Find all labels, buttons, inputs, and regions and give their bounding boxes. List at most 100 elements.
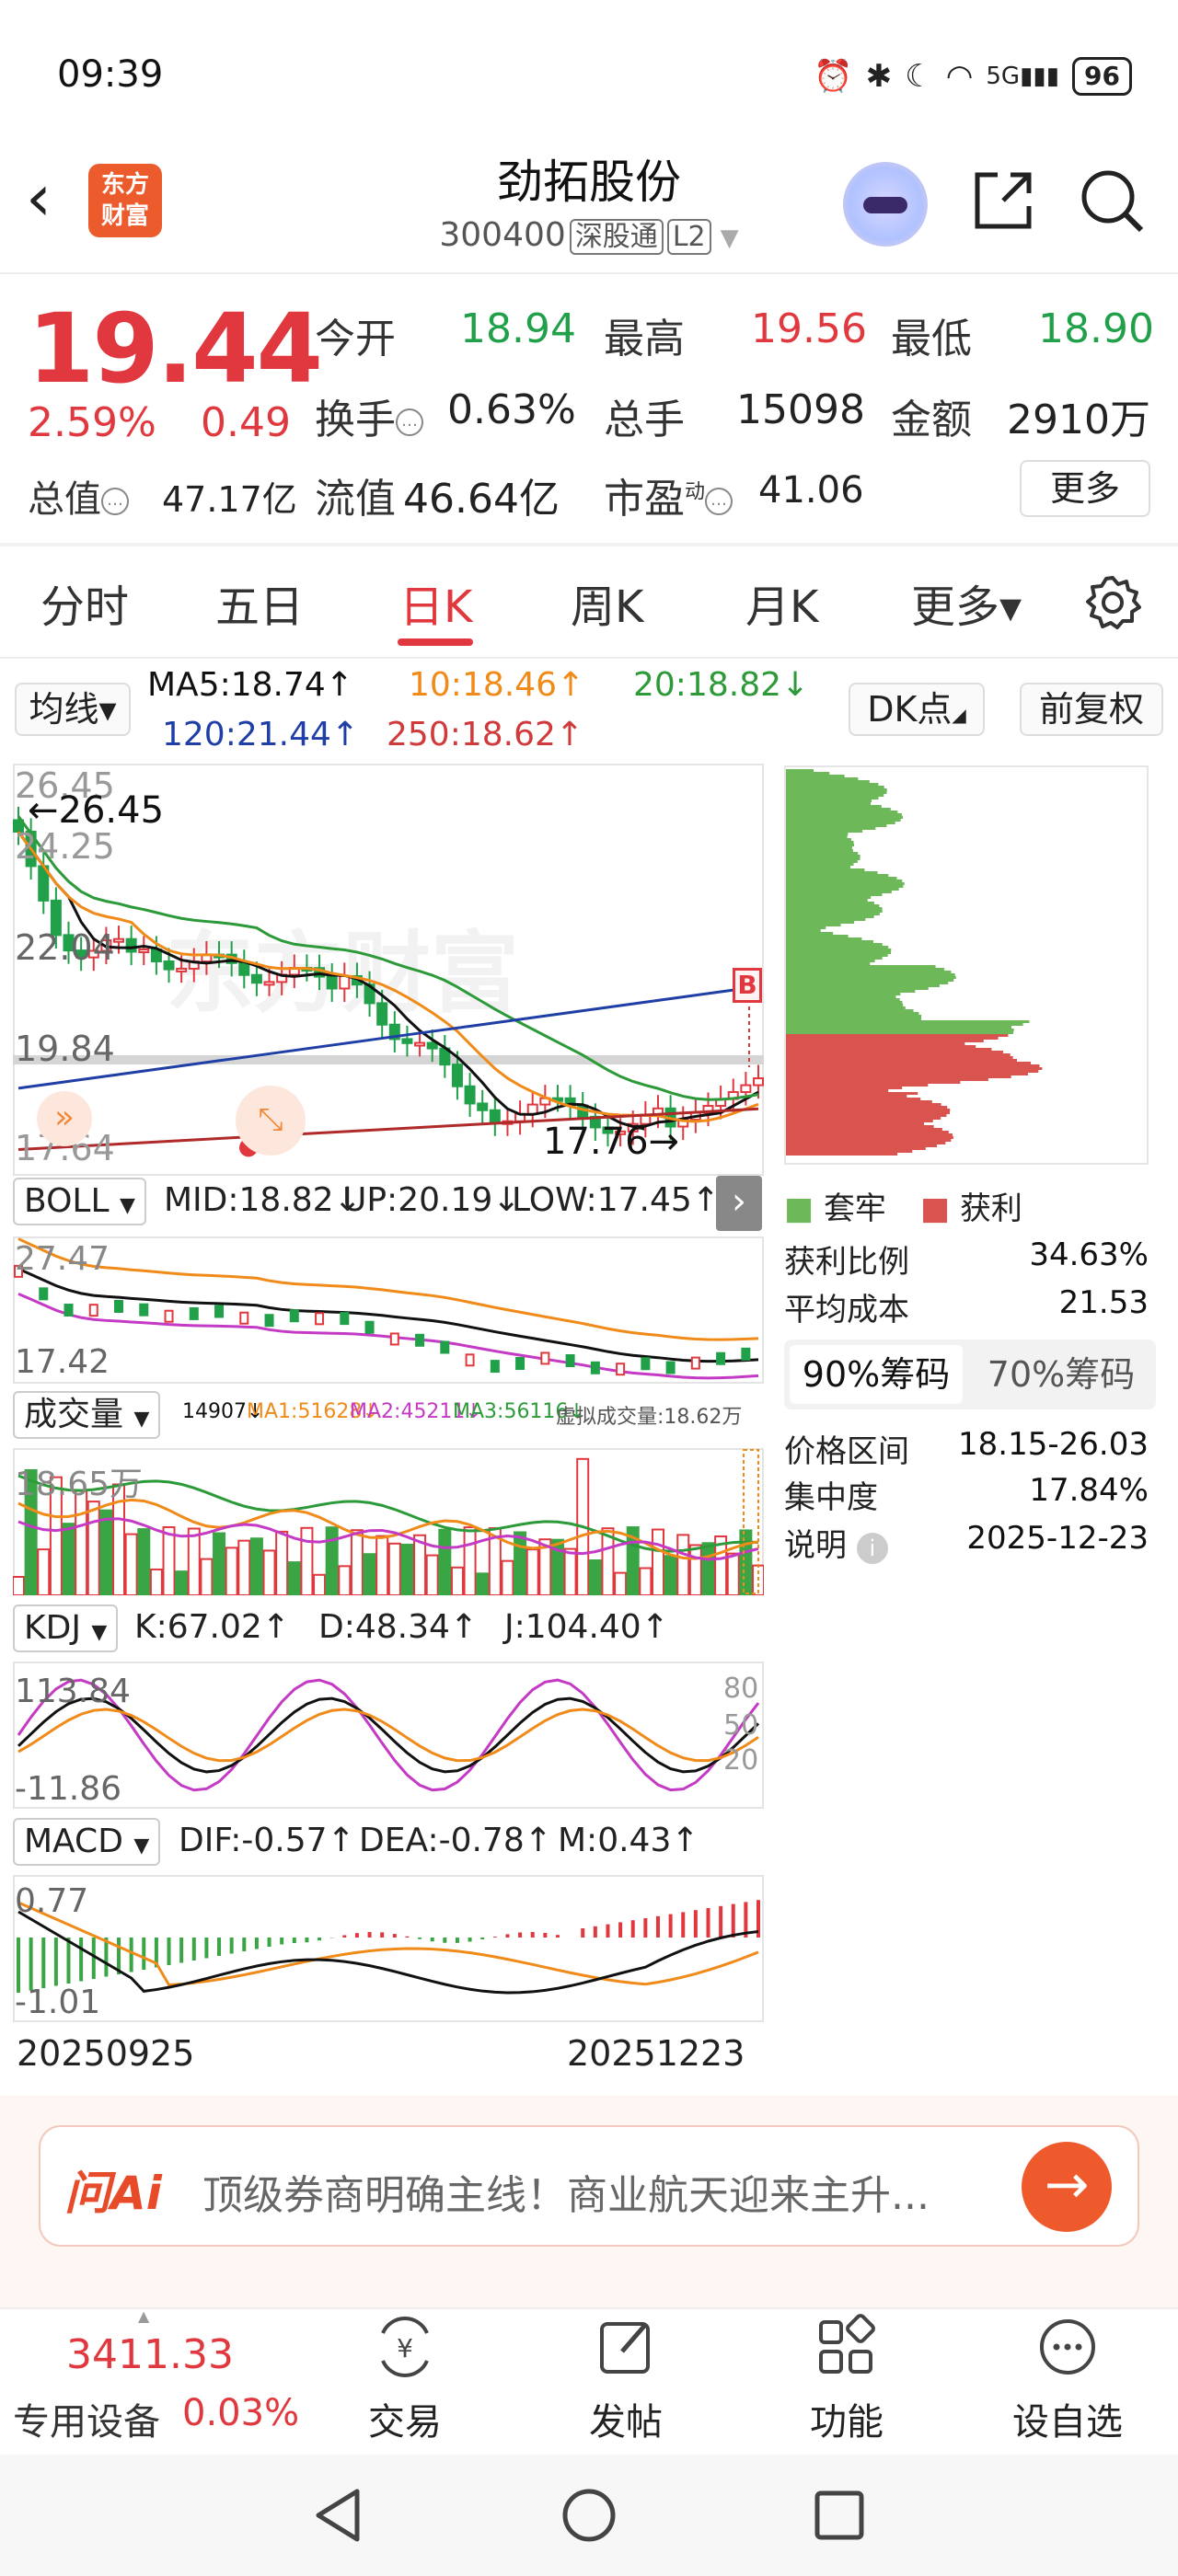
chip-bar: [786, 863, 854, 866]
chip-bar: [786, 860, 858, 863]
price-range-label: 价格区间: [784, 1433, 909, 1470]
nav-trade[interactable]: ¥ 交易: [331, 2311, 479, 2445]
index-value[interactable]: 3411.33: [66, 2331, 234, 2378]
chip-bar: [786, 802, 872, 805]
chip-bar: [786, 808, 891, 811]
system-back-icon[interactable]: [311, 2486, 366, 2545]
volume-bar: [200, 1558, 214, 1595]
chip-bar: [786, 1031, 1014, 1034]
buy-signal-marker[interactable]: B: [733, 968, 762, 1003]
boll-candle: [690, 1356, 700, 1370]
low-label: 最低: [891, 316, 972, 362]
chip-bar: [786, 799, 872, 802]
chip-tab-90[interactable]: 90%筹码: [790, 1345, 963, 1404]
chip-bar: [786, 885, 904, 888]
tab-daily-k[interactable]: 日K: [399, 570, 472, 635]
kdj-selector[interactable]: KDJ ▼: [13, 1604, 119, 1652]
chip-bar: [786, 791, 887, 794]
chip-bar: [786, 813, 902, 816]
more-button[interactable]: 更多: [1020, 460, 1150, 517]
dk-point-button[interactable]: DK点◢: [849, 683, 985, 736]
nav-watchlist[interactable]: 设自选: [994, 2311, 1141, 2445]
candle: [250, 973, 262, 984]
chip-bar: [786, 827, 876, 830]
chip-bar: [786, 1051, 1004, 1053]
boll-up: UP:20.19↓: [342, 1181, 521, 1219]
assistant-avatar[interactable]: [843, 162, 928, 247]
tab-more[interactable]: 更多▾: [911, 570, 1022, 635]
candle: [163, 960, 175, 971]
macd-chart[interactable]: [13, 1875, 764, 2022]
nav-functions[interactable]: 功能: [773, 2311, 920, 2445]
dropdown-icon[interactable]: ▼: [721, 224, 739, 252]
chip-tab-70[interactable]: 70%筹码: [974, 1345, 1149, 1404]
arrow-right-icon[interactable]: →: [1022, 2142, 1112, 2232]
system-recents-icon[interactable]: [812, 2488, 867, 2543]
note-label[interactable]: 说明 i: [784, 1520, 888, 1565]
chip-bar: [786, 1098, 921, 1100]
search-icon[interactable]: [1077, 166, 1147, 236]
chip-bar: [786, 1133, 953, 1136]
boll-candle: [665, 1361, 676, 1374]
profit-ratio-label: 获利比例: [784, 1244, 909, 1281]
concentration-label: 集中度: [784, 1479, 878, 1516]
chip-bar: [786, 857, 860, 860]
macd-dea: DEA:-0.78↑: [359, 1822, 552, 1859]
chip-bar: [786, 960, 875, 962]
chip-bar: [786, 1062, 1032, 1064]
volume-selector[interactable]: 成交量 ▼: [13, 1391, 161, 1439]
volume-bar: [425, 1554, 439, 1595]
divider: [0, 272, 1178, 274]
ai-prompt-text[interactable]: 顶级券商明确主线！商业航天迎来主升...: [202, 2162, 930, 2221]
volume-bar: [149, 1568, 163, 1595]
svg-text:¥: ¥: [397, 2333, 413, 2363]
price-range-value: 18.15-26.03: [958, 1426, 1149, 1463]
volume-label: 总手: [604, 397, 685, 443]
ma5-value: MA5:18.74↑: [147, 666, 353, 704]
volume-bar: [249, 1537, 263, 1595]
chip-bar: [786, 915, 874, 918]
volume-bar: [37, 1548, 51, 1595]
boll-chart[interactable]: [13, 1236, 764, 1384]
chip-bar: [786, 1018, 922, 1020]
volume-bar: [137, 1528, 151, 1595]
share-icon[interactable]: [970, 167, 1036, 234]
chip-bar: [786, 844, 855, 846]
adjust-button[interactable]: 前复权: [1020, 683, 1163, 736]
pe-label: 市盈动…: [604, 466, 733, 524]
boll-selector[interactable]: BOLL ▼: [13, 1178, 146, 1225]
index-name[interactable]: 专用设备: [13, 2392, 160, 2445]
expand-icon[interactable]: ⤡: [236, 1086, 306, 1156]
system-home-icon[interactable]: [560, 2486, 618, 2545]
boll-candle: [315, 1312, 325, 1326]
tab-intraday[interactable]: 分时: [40, 570, 129, 635]
chip-bar: [786, 1153, 898, 1156]
level-tag: L2: [666, 219, 711, 255]
volume-bar: [476, 1572, 490, 1595]
tab-five-day[interactable]: 五日: [215, 570, 304, 635]
macd-selector[interactable]: MACD ▼: [13, 1818, 161, 1866]
float-value: 46.64亿: [403, 476, 560, 523]
kdj-level-80: 80: [723, 1673, 759, 1705]
candle: [125, 937, 137, 953]
chip-bar: [786, 868, 865, 871]
chevron-right-icon[interactable]: ›: [716, 1176, 762, 1231]
tab-weekly-k[interactable]: 周K: [571, 570, 643, 635]
gear-icon[interactable]: [1084, 574, 1141, 631]
volume-y-top: 18.65万: [15, 1466, 144, 1503]
collapse-icon[interactable]: »: [37, 1091, 92, 1146]
ma-selector[interactable]: 均线▾: [15, 683, 131, 736]
boll-candle: [741, 1347, 751, 1361]
chip-bar: [786, 962, 871, 965]
candle: [489, 1109, 501, 1124]
chip-bar: [786, 1128, 942, 1131]
candle: [740, 1084, 752, 1094]
chip-bar: [786, 984, 940, 987]
avg-cost-value: 21.53: [1058, 1284, 1149, 1321]
boll-y-top: 27.47: [15, 1240, 110, 1278]
tab-monthly-k[interactable]: 月K: [745, 570, 818, 635]
volume-bar: [300, 1526, 314, 1595]
volume-bar: [213, 1532, 226, 1595]
nav-post[interactable]: 发帖: [552, 2311, 699, 2445]
boll-candle: [139, 1303, 149, 1317]
